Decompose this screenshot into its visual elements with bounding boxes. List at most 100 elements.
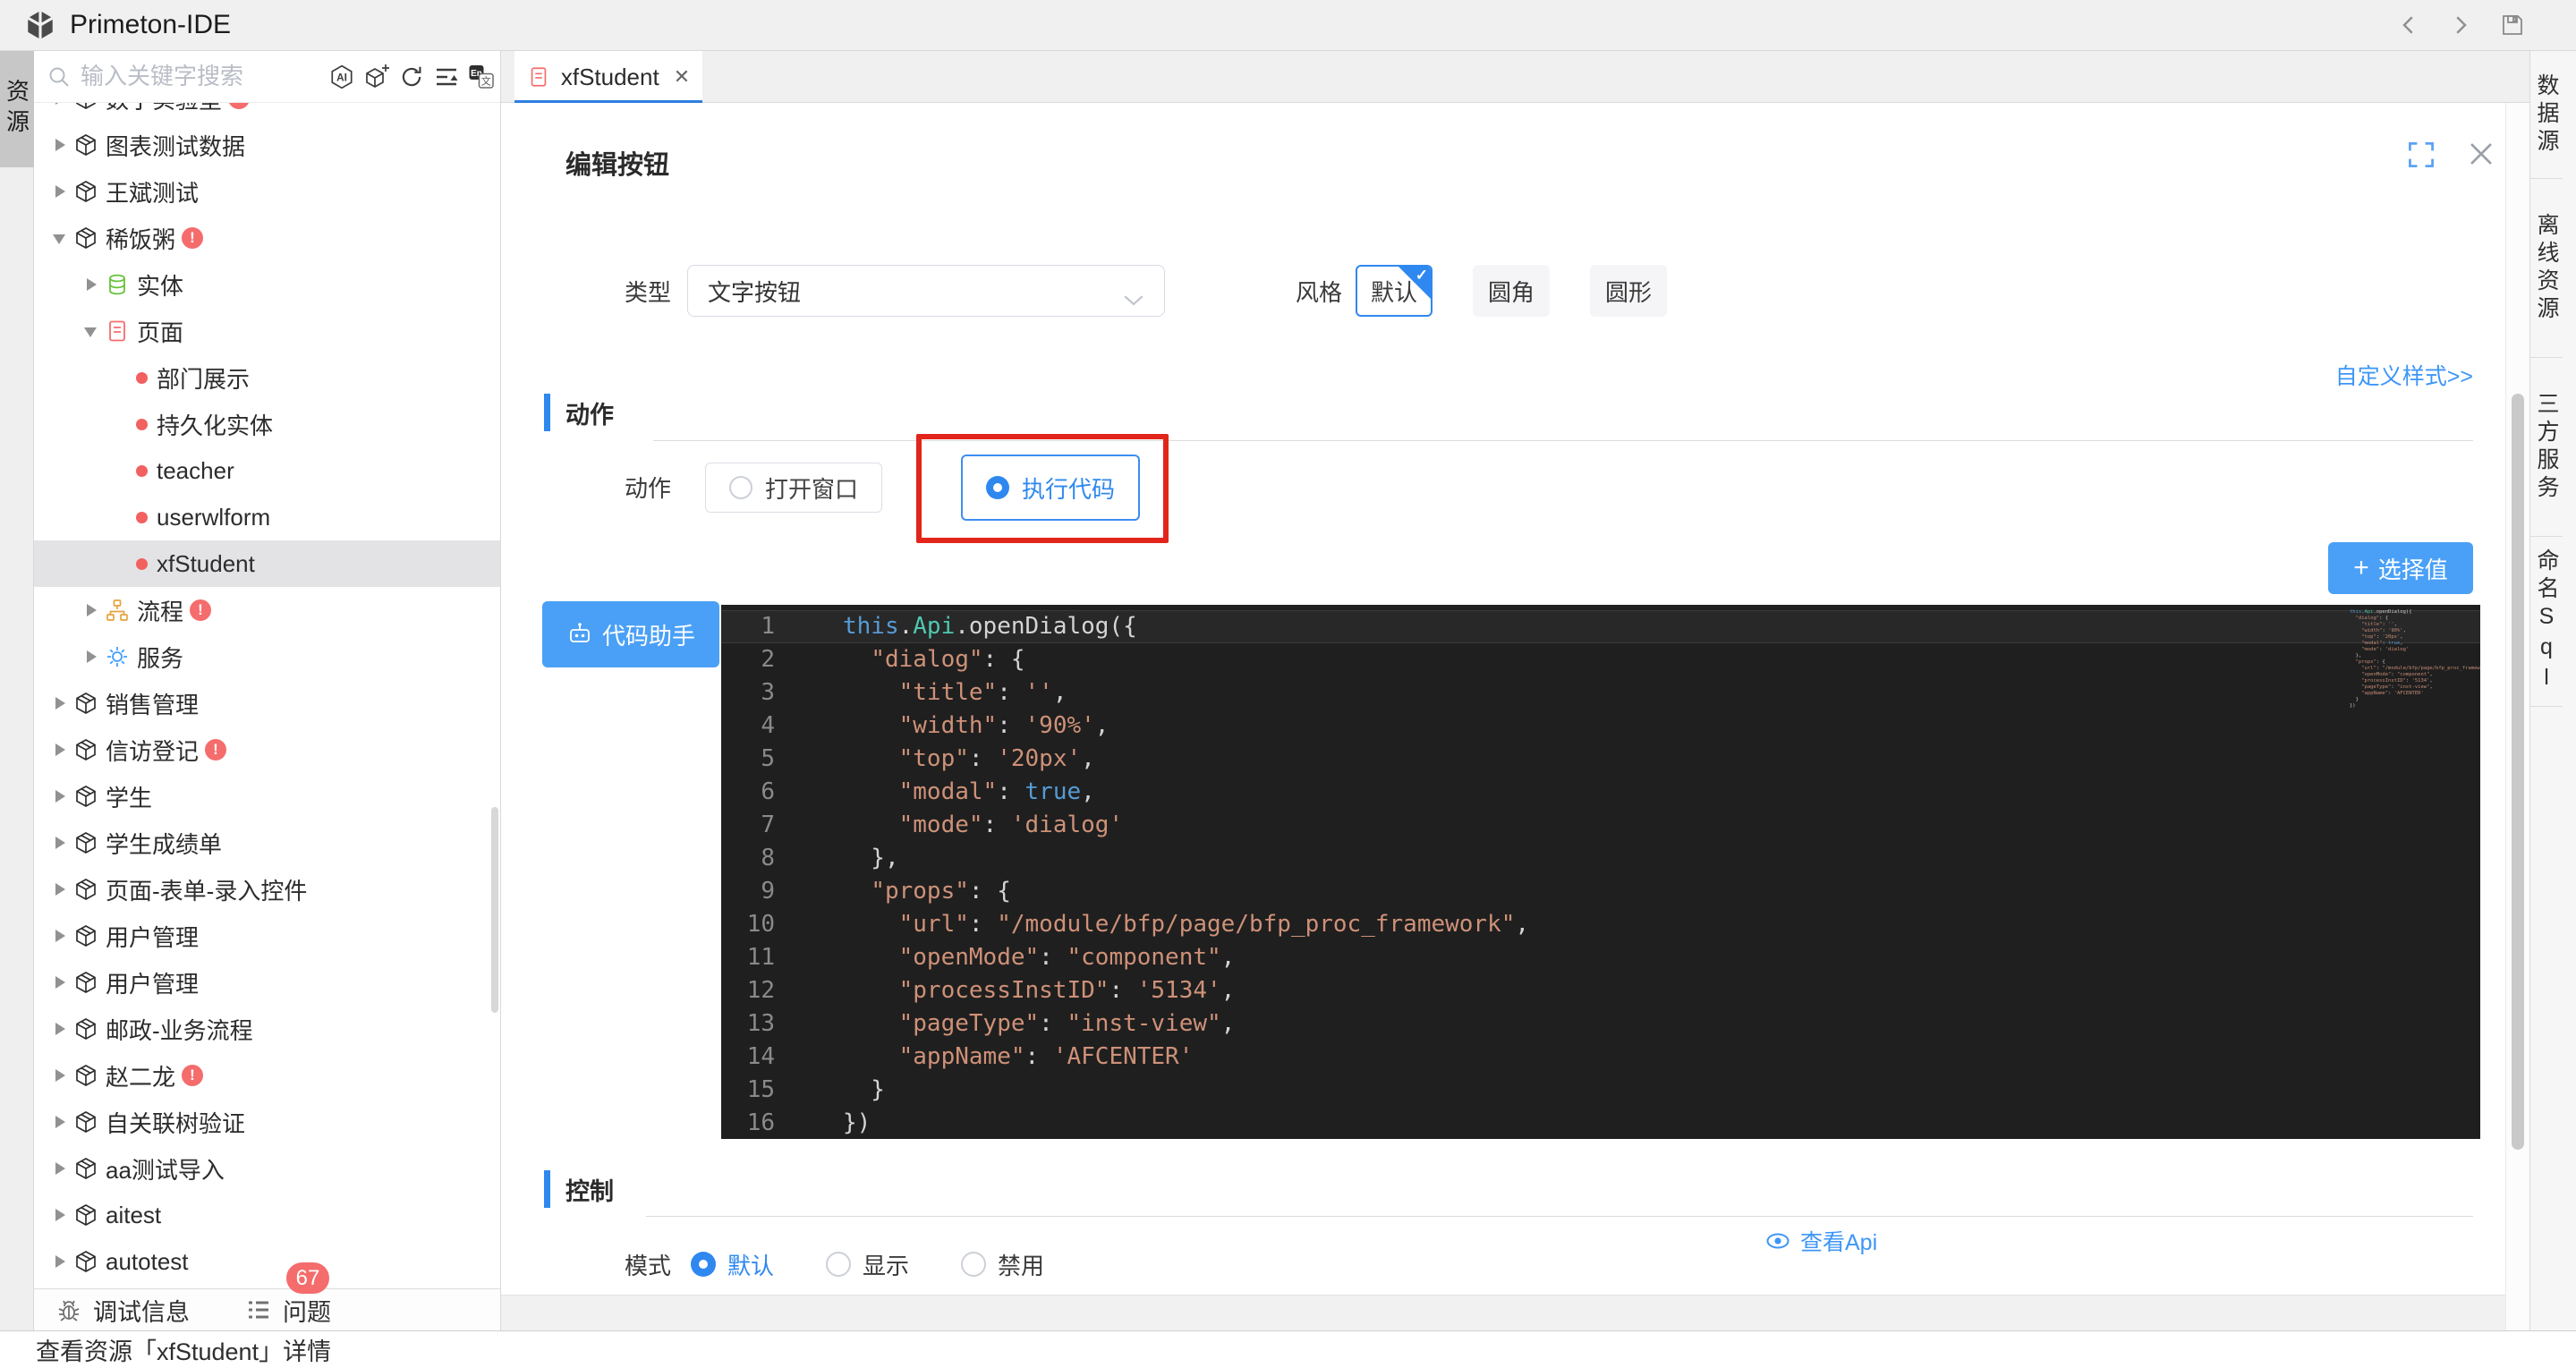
mode-option-1[interactable]: 显示 <box>826 1248 909 1281</box>
collapse-all-icon[interactable] <box>433 64 460 90</box>
chevron-right-icon[interactable] <box>52 1022 66 1036</box>
tree-item-xfStudent[interactable]: xfStudent <box>34 540 500 587</box>
tree-item-持久化实体[interactable]: 持久化实体 <box>34 401 500 447</box>
tree-item-自关联树验证[interactable]: 自关联树验证 <box>34 1099 500 1145</box>
chevron-right-icon[interactable] <box>52 743 66 757</box>
tree-item-页面-表单-录入控件[interactable]: 页面-表单-录入控件 <box>34 866 500 913</box>
custom-style-link[interactable]: 自定义样式>> <box>2335 359 2473 391</box>
search-input[interactable] <box>81 63 295 90</box>
tree-item-王斌测试[interactable]: 王斌测试 <box>34 168 500 215</box>
chevron-right-icon[interactable] <box>83 650 98 664</box>
style-label: 风格 <box>1296 265 1342 317</box>
right-rail-tab-3[interactable]: 命名Sql <box>2530 537 2563 707</box>
mode-option-2[interactable]: 禁用 <box>961 1248 1044 1281</box>
save-icon[interactable] <box>2499 12 2526 38</box>
translate-icon[interactable]: En文 <box>468 64 495 90</box>
radio-icon[interactable] <box>729 476 752 499</box>
issues-button[interactable]: 问题 <box>245 1293 331 1328</box>
chevron-down-icon[interactable] <box>52 231 66 245</box>
chevron-right-icon[interactable] <box>83 277 98 292</box>
service-gear-icon <box>105 644 130 669</box>
mode-option-0[interactable]: 默认 <box>691 1248 774 1281</box>
radio-icon[interactable] <box>691 1252 716 1277</box>
chevron-right-icon[interactable] <box>83 603 98 617</box>
right-rail-tab-0[interactable]: 数据源 <box>2530 51 2563 179</box>
chevron-right-icon[interactable] <box>52 1115 66 1129</box>
main-scrollbar-thumb[interactable] <box>2512 394 2524 1150</box>
editor-minimap[interactable]: this.Api.openDialog({ "dialog": { "title… <box>2350 609 2466 709</box>
sidebar-scrollbar[interactable] <box>491 807 498 1013</box>
tab-close-icon[interactable]: ✕ <box>674 65 690 89</box>
tree-item-用户管理[interactable]: 用户管理 <box>34 959 500 1006</box>
radio-icon[interactable] <box>826 1252 851 1277</box>
code-line-15: 15 } <box>721 1074 2480 1107</box>
refresh-icon[interactable] <box>398 64 425 90</box>
chevron-right-icon[interactable] <box>52 1208 66 1222</box>
tree-item-aitest[interactable]: aitest <box>34 1192 500 1238</box>
tree-item-autotest[interactable]: autotest <box>34 1238 500 1285</box>
tree-item-图表测试数据[interactable]: 图表测试数据 <box>34 122 500 168</box>
chevron-right-icon[interactable] <box>52 1254 66 1269</box>
tree-item-aa测试导入[interactable]: aa测试导入 <box>34 1145 500 1192</box>
style-option-2[interactable]: 圆形 <box>1590 265 1667 317</box>
style-option-1[interactable]: 圆角 <box>1473 265 1550 317</box>
chevron-right-icon[interactable] <box>52 696 66 710</box>
nav-forward-icon[interactable] <box>2447 12 2474 38</box>
line-number: 15 <box>721 1074 798 1107</box>
ai-icon[interactable]: AI <box>328 64 355 90</box>
tree-item-信访登记[interactable]: 信访登记! <box>34 726 500 773</box>
chevron-right-icon[interactable] <box>52 1068 66 1083</box>
tree-item-赵二龙[interactable]: 赵二龙! <box>34 1052 500 1099</box>
code-helper-button[interactable]: 代码助手 <box>542 601 719 667</box>
radio-icon[interactable] <box>961 1252 986 1277</box>
chevron-right-icon[interactable] <box>52 836 66 850</box>
action-option-1[interactable]: 执行代码 <box>961 455 1140 521</box>
tree-item-稀饭粥[interactable]: 稀饭粥! <box>34 215 500 261</box>
right-rail-tab-2[interactable]: 三方服务 <box>2530 358 2563 537</box>
chevron-right-icon[interactable] <box>52 103 66 106</box>
tree-item-实体[interactable]: 实体 <box>34 261 500 308</box>
mode-option-label: 禁用 <box>998 1248 1044 1281</box>
sidebar-bottom-bar: 调试信息 问题 <box>34 1288 500 1330</box>
chevron-right-icon[interactable] <box>52 929 66 943</box>
chevron-right-icon[interactable] <box>52 1161 66 1176</box>
chevron-right-icon[interactable] <box>52 184 66 199</box>
code-editor[interactable]: 1this.Api.openDialog({2 "dialog": {3 "ti… <box>721 605 2480 1139</box>
tabbar: xfStudent ✕ <box>501 51 2529 103</box>
tree-item-teacher[interactable]: teacher <box>34 447 500 494</box>
tree-item-数字实验室[interactable]: 数字实验室! <box>34 103 500 122</box>
debug-info-button[interactable]: 调试信息 <box>55 1293 190 1328</box>
chevron-right-icon[interactable] <box>52 789 66 803</box>
view-api-link[interactable]: 查看Api <box>1764 1225 1877 1257</box>
tab-xfstudent[interactable]: xfStudent ✕ <box>514 51 702 103</box>
fullscreen-icon[interactable] <box>2407 140 2436 169</box>
nav-back-icon[interactable] <box>2395 12 2422 38</box>
chevron-down-icon[interactable] <box>83 324 98 338</box>
tree-item-流程[interactable]: 流程! <box>34 587 500 633</box>
right-rail-tab-1[interactable]: 离线资源 <box>2530 179 2563 358</box>
alert-badge: ! <box>190 599 211 621</box>
page-icon <box>105 319 130 344</box>
tree-item-用户管理[interactable]: 用户管理 <box>34 913 500 959</box>
tree-item-部门展示[interactable]: 部门展示 <box>34 354 500 401</box>
style-option-0[interactable]: 默认 <box>1356 265 1433 317</box>
type-select[interactable]: 文字按钮 <box>687 265 1165 317</box>
radio-icon[interactable] <box>986 476 1009 499</box>
rail-tab-resources[interactable]: 资源 <box>0 51 34 167</box>
tree-item-邮政-业务流程[interactable]: 邮政-业务流程 <box>34 1006 500 1052</box>
select-value-button[interactable]: + 选择值 <box>2328 542 2473 594</box>
chevron-right-icon[interactable] <box>52 882 66 896</box>
tree-item-userwlform[interactable]: userwlform <box>34 494 500 540</box>
add-module-icon[interactable] <box>363 64 390 90</box>
tree-item-页面[interactable]: 页面 <box>34 308 500 354</box>
tree-item-学生[interactable]: 学生 <box>34 773 500 820</box>
chevron-right-icon[interactable] <box>52 138 66 152</box>
tree-item-学生成绩单[interactable]: 学生成绩单 <box>34 820 500 866</box>
chevron-right-icon[interactable] <box>52 975 66 990</box>
style-option-label: 默认 <box>1371 275 1417 308</box>
close-icon[interactable] <box>2466 139 2496 169</box>
tree-item-服务[interactable]: 服务 <box>34 633 500 680</box>
red-dot-icon <box>136 372 148 384</box>
action-option-0[interactable]: 打开窗口 <box>705 463 882 513</box>
tree-item-销售管理[interactable]: 销售管理 <box>34 680 500 726</box>
